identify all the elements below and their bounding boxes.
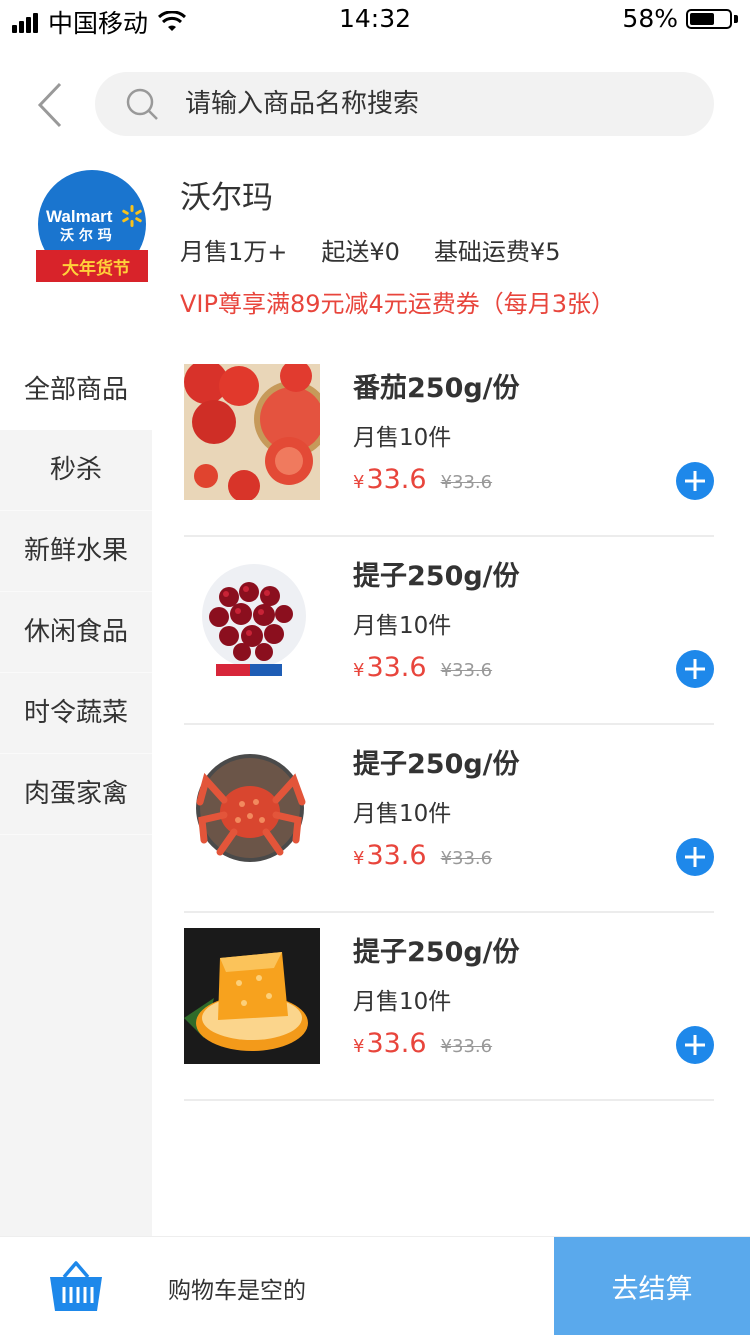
min-delivery: 起送¥0 (321, 238, 400, 266)
status-right: 58% (622, 4, 738, 33)
product-sold: 月售10件 (353, 989, 452, 1015)
logo-cn: 沃 尔 玛 (60, 227, 112, 244)
product-price: 33.6 (366, 1028, 427, 1059)
add-to-cart-button[interactable] (676, 462, 714, 500)
plus-icon (685, 659, 705, 679)
original-price: ¥33.6 (440, 1036, 493, 1057)
original-price: ¥33.6 (440, 848, 493, 869)
price-row: ¥ 33.6 ¥33.6 (353, 652, 492, 683)
store-stats: 月售1万+ 起送¥0 基础运费¥5 (180, 232, 594, 267)
original-price: ¥33.6 (440, 472, 493, 493)
product-image-king-crab[interactable] (184, 740, 320, 876)
product-image-orange[interactable] (184, 928, 320, 1064)
checkout-button[interactable]: 去结算 (554, 1237, 750, 1335)
product-item[interactable]: 提子250g/份 月售10件 ¥ 33.6 ¥33.6 (184, 538, 714, 725)
category-fresh-fruit[interactable]: 新鲜水果 (0, 511, 152, 592)
base-delivery-fee: 基础运费¥5 (433, 238, 561, 266)
search-bar[interactable] (95, 72, 714, 136)
store-logo[interactable]: Walmart 沃 尔 玛 大年货节 (36, 170, 148, 282)
product-price: 33.6 (366, 652, 427, 683)
product-name: 提子250g/份 (353, 749, 520, 780)
search-input[interactable] (183, 88, 667, 120)
product-image-cherries[interactable] (184, 552, 320, 688)
category-meat-poultry[interactable]: 肉蛋家禽 (0, 754, 152, 835)
monthly-sales: 月售1万+ (180, 238, 288, 266)
status-bar: 中国移动 14:32 58% (0, 0, 750, 40)
plus-icon (685, 847, 705, 867)
product-image-tomato[interactable] (184, 364, 320, 500)
original-price: ¥33.6 (440, 660, 493, 681)
add-to-cart-button[interactable] (676, 838, 714, 876)
plus-icon (685, 1035, 705, 1055)
category-vegetables[interactable]: 时令蔬菜 (0, 673, 152, 754)
search-icon (126, 88, 158, 120)
product-sold: 月售10件 (353, 613, 452, 639)
price-row: ¥ 33.6 ¥33.6 (353, 464, 492, 495)
vip-promo[interactable]: VIP尊享满89元减4元运费券（每月3张） (180, 284, 615, 319)
product-item[interactable]: 提子250g/份 月售10件 ¥ 33.6 ¥33.6 (184, 726, 714, 913)
currency-symbol: ¥ (353, 660, 365, 681)
product-name: 提子250g/份 (353, 937, 520, 968)
price-row: ¥ 33.6 ¥33.6 (353, 1028, 492, 1059)
battery-icon (686, 8, 732, 29)
product-price: 33.6 (366, 464, 427, 495)
add-to-cart-button[interactable] (676, 1026, 714, 1064)
currency-symbol: ¥ (353, 848, 365, 869)
currency-symbol: ¥ (353, 472, 365, 493)
product-item[interactable]: 提子250g/份 月售10件 ¥ 33.6 ¥33.6 (184, 914, 714, 1101)
cart-bar: 购物车是空的 去结算 (0, 1236, 750, 1335)
category-flash-sale[interactable]: 秒杀 (0, 430, 152, 511)
logo-text: Walmart (46, 207, 113, 226)
product-sold: 月售10件 (353, 425, 452, 451)
plus-icon (685, 471, 705, 491)
product-list: 番茄250g/份 月售10件 ¥ 33.6 ¥33.6 提子250g/份 月售1… (184, 350, 714, 1102)
product-sold: 月售10件 (353, 801, 452, 827)
shopping-basket-icon[interactable] (48, 1259, 104, 1313)
currency-symbol: ¥ (353, 1036, 365, 1057)
store-name: 沃尔玛 (180, 180, 273, 216)
add-to-cart-button[interactable] (676, 650, 714, 688)
product-name: 提子250g/份 (353, 561, 520, 592)
product-name: 番茄250g/份 (353, 373, 520, 404)
battery-percentage: 58% (622, 4, 678, 33)
product-item[interactable]: 番茄250g/份 月售10件 ¥ 33.6 ¥33.6 (184, 350, 714, 537)
category-all[interactable]: 全部商品 (0, 350, 152, 430)
category-sidebar: 全部商品 秒杀 新鲜水果 休闲食品 时令蔬菜 肉蛋家禽 (0, 350, 152, 1236)
cart-status: 购物车是空的 (168, 1278, 306, 1304)
category-snacks[interactable]: 休闲食品 (0, 592, 152, 673)
product-price: 33.6 (366, 840, 427, 871)
price-row: ¥ 33.6 ¥33.6 (353, 840, 492, 871)
back-button[interactable] (30, 80, 70, 130)
battery-tip (734, 14, 738, 23)
logo-banner: 大年货节 (62, 258, 130, 279)
